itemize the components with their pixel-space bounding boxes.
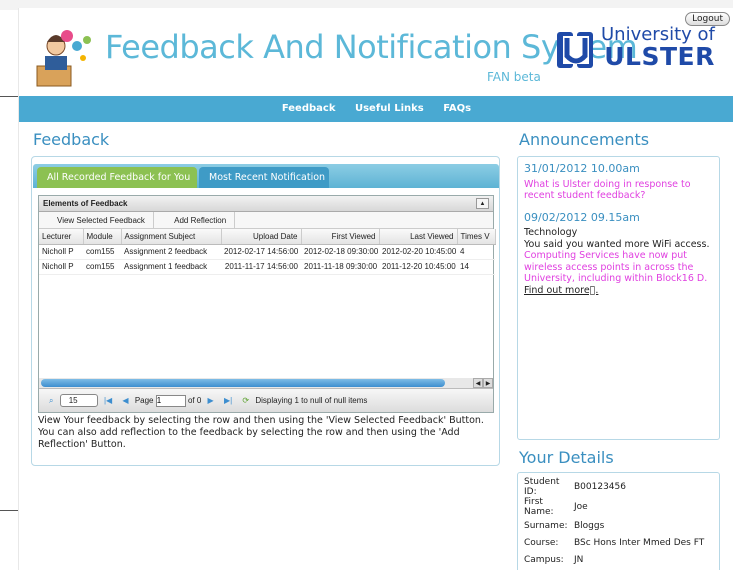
col-lecturer[interactable]: Lecturer <box>39 229 84 245</box>
university-line-2: ULSTER <box>604 42 715 71</box>
feedback-panel: All Recorded Feedback for You Most Recen… <box>31 156 500 466</box>
cell-upload-date: 2011-11-17 14:56:00 <box>221 259 301 275</box>
nav-useful-links[interactable]: Useful Links <box>355 96 424 122</box>
details-panel: Student ID: B00123456 First Name: Joe Su… <box>517 472 720 570</box>
detail-label: Surname: <box>524 520 568 531</box>
logout-button[interactable]: Logout <box>685 12 730 26</box>
cell-assignment: Assignment 2 feedback <box>121 244 221 260</box>
cell-lecturer: Nicholl P <box>39 259 83 275</box>
cell-upload-date: 2012-02-17 14:56:00 <box>221 244 301 260</box>
cell-module: com155 <box>83 259 121 275</box>
fan-mascot-icon <box>36 30 91 87</box>
detail-label: First Name: <box>524 497 554 517</box>
cell-last-viewed: 2012-02-20 10:45:00 <box>379 244 457 260</box>
feedback-grid: Elements of Feedback ▲ View Selected Fee… <box>38 195 496 413</box>
nav-feedback[interactable]: Feedback <box>282 96 336 122</box>
detail-row: Student ID: B00123456 <box>524 477 713 497</box>
first-page-icon[interactable]: |◀ <box>104 389 112 413</box>
grid-title: Elements of Feedback <box>43 199 128 208</box>
detail-label: Course: <box>524 537 559 548</box>
table-header-row: Lecturer Module Assignment Subject Uploa… <box>39 229 496 245</box>
announcements-panel: 31/01/2012 10.00am What is Ulster doing … <box>517 156 720 440</box>
detail-row: Course: BSc Hons Inter Mmed Des FT <box>524 534 713 551</box>
feedback-table: Lecturer Module Assignment Subject Uploa… <box>39 229 496 275</box>
announcements-heading: Announcements <box>519 130 650 149</box>
search-icon[interactable]: ⌕ <box>49 389 53 413</box>
col-upload-date[interactable]: Upload Date <box>221 229 302 245</box>
cell-last-viewed: 2011-12-20 10:45:00 <box>379 259 457 275</box>
page-number-input[interactable] <box>155 394 186 407</box>
detail-label: Student ID: <box>524 477 560 497</box>
horizontal-scrollbar[interactable]: ◀ ▶ <box>39 378 493 388</box>
view-selected-feedback-button[interactable]: View Selected Feedback <box>49 212 154 229</box>
page-edge-marker <box>0 510 18 511</box>
ulster-logo-icon <box>557 32 593 68</box>
header: Feedback And Notification System FAN bet… <box>19 8 733 96</box>
cell-assignment: Assignment 1 feedback <box>121 259 221 275</box>
tab-most-recent-notification[interactable]: Most Recent Notification <box>199 167 329 188</box>
announcement-date: 09/02/2012 09.15am <box>524 210 640 224</box>
cell-module: com155 <box>83 244 121 260</box>
detail-row: Campus: JN <box>524 551 713 568</box>
announcement-category: Technology <box>524 227 578 238</box>
feedback-tab-bar: All Recorded Feedback for You Most Recen… <box>33 164 499 188</box>
pager-display-text: Displaying 1 to null of null items <box>255 396 368 405</box>
find-out-more-link[interactable]: Find out more . <box>524 285 713 297</box>
cell-first-viewed: 2011-11-18 09:30:00 <box>301 259 379 275</box>
announcement-body: You said you wanted more WiFi access. <box>524 238 710 250</box>
col-last-viewed[interactable]: Last Viewed <box>379 229 458 245</box>
detail-label: Campus: <box>524 554 564 565</box>
feedback-heading: Feedback <box>33 130 110 149</box>
cell-times-viewed: 14 <box>457 259 495 275</box>
pager: ⌕ 15 |◀ ◀ Page of 0 ▶ ▶| ⟳ Displaying 1 … <box>39 388 493 412</box>
detail-value: Joe <box>574 502 588 512</box>
add-reflection-button[interactable]: Add Reflection <box>166 212 236 229</box>
col-times-viewed[interactable]: Times V <box>457 229 496 245</box>
page-label: Page <box>134 396 154 405</box>
col-assignment-subject[interactable]: Assignment Subject <box>121 229 222 245</box>
scrollbar-thumb[interactable] <box>41 379 445 387</box>
page-of-label: of 0 <box>187 396 202 405</box>
nav-faqs[interactable]: FAQs <box>443 96 471 122</box>
table-row[interactable]: Nicholl P com155 Assignment 2 feedback 2… <box>39 244 495 260</box>
detail-value: B00123456 <box>574 482 626 492</box>
cell-times-viewed: 4 <box>457 244 495 260</box>
collapse-icon[interactable]: ▲ <box>476 198 489 209</box>
cell-lecturer: Nicholl P <box>39 244 83 260</box>
detail-value: JN <box>574 554 584 565</box>
feedback-help-text: View Your feedback by selecting the row … <box>38 415 484 450</box>
prev-page-icon[interactable]: ◀ <box>122 389 128 413</box>
col-module[interactable]: Module <box>83 229 122 245</box>
col-first-viewed[interactable]: First Viewed <box>301 229 380 245</box>
detail-value: BSc Hons Inter Mmed Des FT <box>574 537 705 548</box>
announcement-date: 31/01/2012 10.00am <box>524 162 640 175</box>
last-page-icon[interactable]: ▶| <box>224 389 232 413</box>
tab-all-recorded-feedback[interactable]: All Recorded Feedback for You <box>37 167 197 188</box>
page: Feedback And Notification System FAN bet… <box>18 8 733 570</box>
nav-bar: Feedback Useful Links FAQs <box>19 96 733 122</box>
scroll-left-icon[interactable]: ◀ <box>473 378 483 388</box>
fan-beta-label: FAN beta <box>487 70 541 84</box>
cell-first-viewed: 2012-02-18 09:30:00 <box>301 244 379 260</box>
page-edge-marker <box>0 96 18 97</box>
details-heading: Your Details <box>519 448 614 467</box>
scroll-right-icon[interactable]: ▶ <box>483 378 493 388</box>
page-size-select[interactable]: 15 <box>59 394 98 408</box>
university-name: University of ULSTER <box>601 26 715 71</box>
announcement-link[interactable]: What is Ulster doing in response to rece… <box>524 179 713 202</box>
grid-toolbar: View Selected Feedback Add Reflection <box>39 212 493 229</box>
announcement-link[interactable]: Computing Services have now put wireless… <box>524 250 713 285</box>
detail-row: First Name: Joe <box>524 497 713 517</box>
next-page-icon[interactable]: ▶ <box>208 389 214 413</box>
refresh-icon[interactable]: ⟳ <box>242 389 249 413</box>
grid-header: Elements of Feedback ▲ <box>39 196 493 212</box>
table-row[interactable]: Nicholl P com155 Assignment 1 feedback 2… <box>39 259 495 275</box>
grid-body: Lecturer Module Assignment Subject Uploa… <box>39 229 496 363</box>
detail-value: Bloggs <box>574 520 605 531</box>
detail-row: Surname: Bloggs <box>524 517 713 534</box>
